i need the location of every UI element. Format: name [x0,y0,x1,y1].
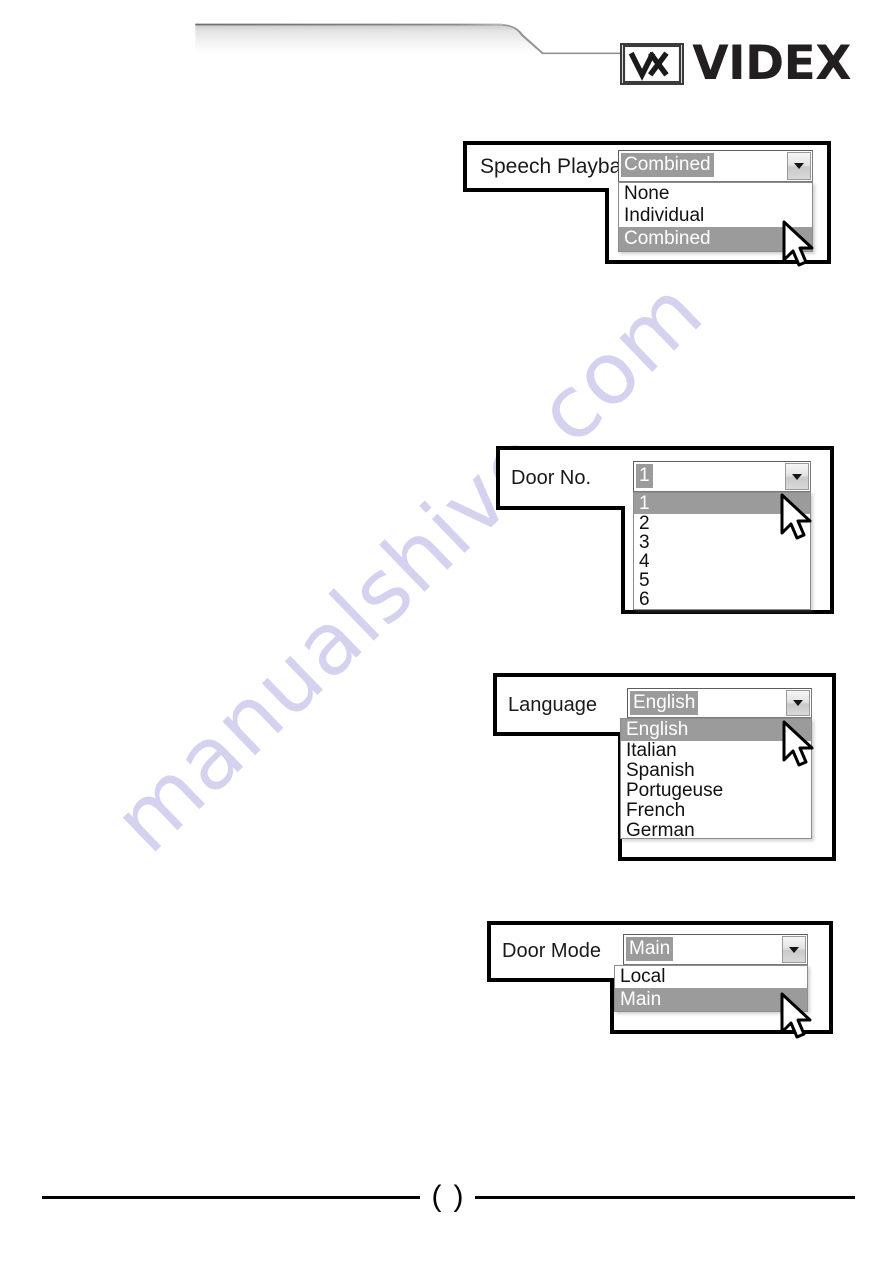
callout-language: Language English English Italian Spanish… [492,672,837,862]
callout-label-language: Language [508,694,597,716]
chevron-down-icon [789,946,799,953]
dropdown-option[interactable]: Individual [619,205,812,227]
combobox-value-door-no: 1 [636,464,653,488]
footer-rule-right [475,1196,855,1199]
videx-logo: VIDEX [620,40,851,87]
combobox-value-door-mode: Main [626,937,674,961]
dropdown-list-door-mode[interactable]: Local Main [614,965,808,1012]
dropdown-option-selected[interactable]: Combined [619,227,812,251]
dropdown-option[interactable]: 6 [634,589,810,610]
vx-monogram-icon [620,42,685,85]
footer-rule-left [42,1196,420,1199]
dropdown-option[interactable]: Spanish [621,760,811,781]
callout-speech-playback: Speech Playback Combined None Individual… [462,140,832,267]
page-header: VIDEX [0,0,893,118]
callout-label-door-mode: Door Mode [502,940,601,962]
callout-label-door-no: Door No. [511,467,592,489]
dropdown-list-language[interactable]: English Italian Spanish Portugeuse Frenc… [620,718,812,839]
dropdown-option[interactable]: French [621,800,811,821]
combobox-toggle-speech-playback[interactable] [787,152,811,180]
dropdown-option[interactable]: 4 [634,551,810,572]
dropdown-list-speech-playback[interactable]: None Individual Combined [618,182,813,252]
dropdown-option[interactable]: 5 [634,570,810,591]
chevron-down-icon [792,473,802,480]
page-number-group: ( ) [420,1178,475,1216]
combobox-toggle-door-mode[interactable] [782,936,806,963]
dropdown-option[interactable]: 2 [634,513,810,534]
combobox-value-language: English [630,691,699,715]
brand-name: VIDEX [692,36,851,91]
dropdown-list-door-no[interactable]: 1 2 3 4 5 6 [633,492,811,610]
chevron-down-icon [793,700,803,706]
chevron-down-icon [794,163,804,169]
bracket-close-text: ) [453,1180,464,1213]
dropdown-option[interactable]: Portugeuse [621,780,811,801]
dropdown-option[interactable]: Italian [621,740,811,761]
document-page: manualshive.com VIDEX Speech Playback Co… [0,0,893,1263]
combobox-toggle-language[interactable] [786,690,810,716]
dropdown-option-selected[interactable]: Main [615,988,807,1011]
combobox-language[interactable]: English [627,688,812,718]
dropdown-option-selected[interactable]: English [621,719,811,741]
combobox-door-mode[interactable]: Main [623,934,808,965]
dropdown-option[interactable]: German [621,820,811,838]
dropdown-option-selected[interactable]: 1 [634,493,810,514]
bracket-open-text: ( [431,1180,442,1213]
callout-door-mode: Door Mode Main Local Main [486,920,834,1039]
combobox-door-no[interactable]: 1 [633,461,811,492]
combobox-toggle-door-no[interactable] [785,463,809,490]
dropdown-option[interactable]: 3 [634,532,810,553]
dropdown-option[interactable]: None [619,183,812,205]
combobox-speech-playback[interactable]: Combined [618,150,813,182]
dropdown-option[interactable]: Local [615,966,807,988]
combobox-value-speech-playback: Combined [621,153,714,177]
callout-door-no: Door No. 1 1 2 3 4 5 6 [495,445,835,615]
